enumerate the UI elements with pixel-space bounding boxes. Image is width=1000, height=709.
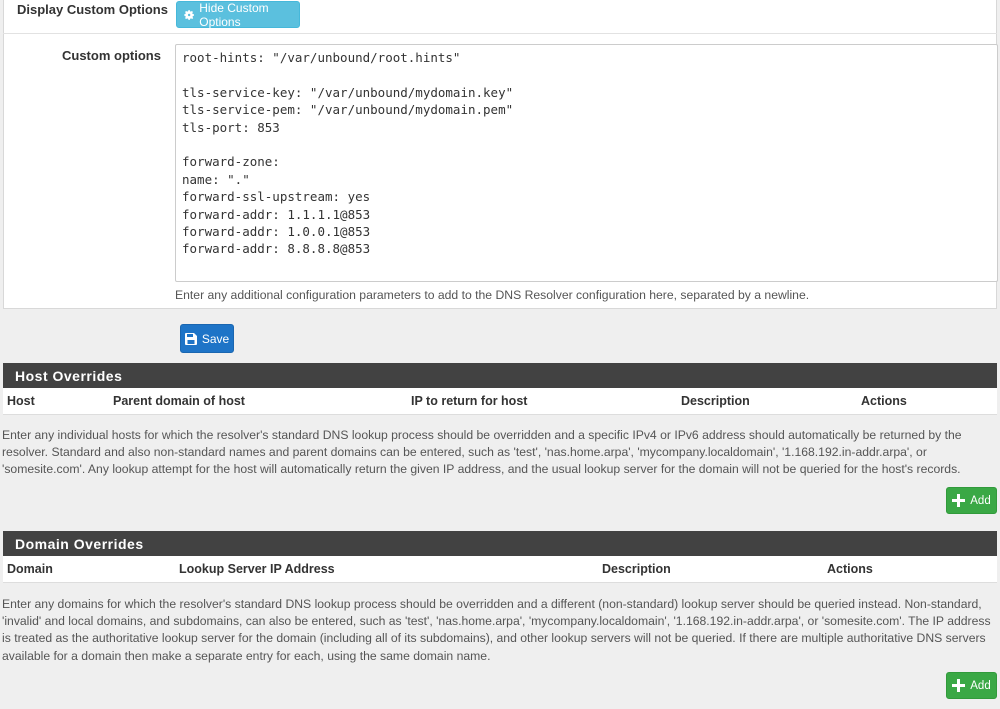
floppy-disk-icon [184, 332, 197, 345]
domain-overrides-header: Domain Overrides [3, 531, 997, 556]
hide-custom-options-button[interactable]: Hide Custom Options [176, 0, 300, 29]
host-overrides-description: Enter any individual hosts for which the… [2, 428, 962, 477]
column-description: Description [602, 562, 671, 576]
host-overrides-table-header: Host Parent domain of host IP to return … [3, 388, 997, 415]
plus-icon [952, 679, 966, 692]
custom-options-help: Enter any additional configuration param… [175, 288, 810, 302]
row-divider [3, 33, 997, 34]
host-overrides-header: Host Overrides [3, 363, 997, 388]
save-label: Save [201, 331, 230, 346]
column-description: Description [681, 394, 750, 408]
add-label: Add [970, 494, 991, 507]
add-domain-override-button[interactable]: Add [946, 672, 997, 699]
display-custom-options-label: Display Custom Options [17, 2, 168, 17]
custom-options-textarea[interactable]: root-hints: "/var/unbound/root.hints" tl… [175, 44, 998, 282]
domain-overrides-table-header: Domain Lookup Server IP Address Descript… [3, 556, 997, 583]
domain-overrides-title: Domain Overrides [15, 535, 144, 552]
add-label: Add [970, 679, 991, 692]
column-ip-to-return: IP to return for host [411, 394, 528, 408]
column-actions: Actions [861, 394, 907, 408]
column-host: Host [7, 394, 35, 408]
gear-icon [184, 9, 194, 20]
custom-options-label: Custom options [62, 48, 161, 63]
column-lookup-server: Lookup Server IP Address [179, 562, 335, 576]
add-host-override-button[interactable]: Add [946, 487, 997, 514]
plus-icon [952, 494, 966, 507]
column-domain: Domain [7, 562, 53, 576]
domain-overrides-description: Enter any domains for which the resolver… [2, 597, 991, 663]
host-overrides-title: Host Overrides [15, 367, 123, 384]
save-button[interactable]: Save [180, 324, 234, 353]
column-actions: Actions [827, 562, 873, 576]
hide-custom-options-label: Hide Custom Options [199, 0, 269, 29]
column-parent-domain: Parent domain of host [113, 394, 245, 408]
